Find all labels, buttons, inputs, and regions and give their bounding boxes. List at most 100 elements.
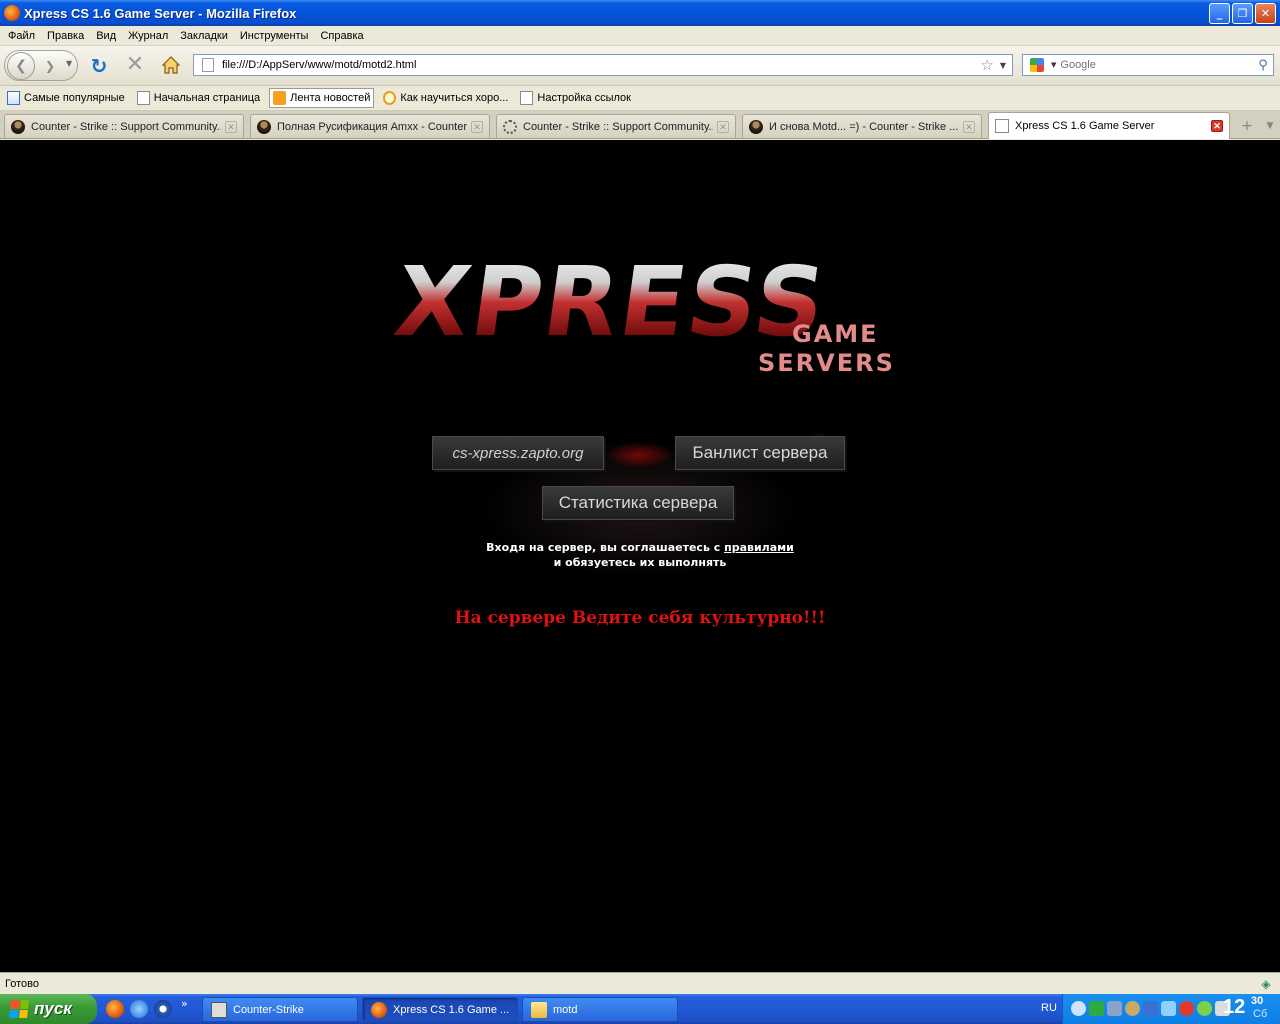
tray-speaker-icon[interactable] <box>1161 1001 1176 1016</box>
tray-opera-icon[interactable] <box>1179 1001 1194 1016</box>
folder-icon <box>7 91 20 105</box>
search-engine-button[interactable] <box>1023 55 1051 75</box>
maximize-button[interactable]: ❐ <box>1232 3 1253 24</box>
tab-cs-support-1[interactable]: Counter - Strike :: Support Community...… <box>4 114 244 138</box>
page-icon <box>995 119 1009 133</box>
tray-shield-icon[interactable] <box>1125 1001 1140 1016</box>
search-bar[interactable]: ▼ ⚲ <box>1022 54 1274 76</box>
history-dropdown-icon[interactable]: ▼ <box>66 59 72 68</box>
menu-view[interactable]: Вид <box>90 30 122 42</box>
statistics-button[interactable]: Статистика сервера <box>542 486 734 520</box>
reload-icon: ↻ <box>90 54 108 78</box>
tray-green-icon[interactable] <box>1089 1001 1104 1016</box>
tab-close-icon[interactable]: ✕ <box>471 120 483 133</box>
close-window-button[interactable]: ✕ <box>1255 3 1276 24</box>
cs-soldier-icon <box>749 119 763 134</box>
tray-network-icon[interactable] <box>1107 1001 1122 1016</box>
start-label: пуск <box>34 999 72 1018</box>
clock-minutes[interactable]: 30 <box>1251 995 1263 1007</box>
task-motd-folder[interactable]: motd <box>522 997 678 1022</box>
url-dropdown-icon[interactable]: ▼ <box>1000 61 1006 70</box>
tray-arrow-icon[interactable] <box>1071 1001 1086 1016</box>
window-title: Xpress CS 1.6 Game Server - Mozilla Fire… <box>24 5 297 21</box>
tab-list-button[interactable]: ▼ <box>1262 115 1278 137</box>
bookmark-how-to[interactable]: Как научиться хоро... <box>380 89 511 107</box>
engine-dropdown-icon[interactable]: ▼ <box>1051 61 1056 69</box>
tab-label: Counter - Strike :: Support Community... <box>523 120 713 133</box>
stop-icon: ✕ <box>125 52 145 77</box>
google-icon <box>1030 58 1044 72</box>
media-player-quicklaunch-icon[interactable] <box>154 1000 172 1018</box>
addon-icon[interactable]: ◈ <box>1258 977 1274 991</box>
menu-tools[interactable]: Инструменты <box>234 30 315 42</box>
banlist-button[interactable]: Банлист сервера <box>675 436 845 470</box>
bookmark-start-page[interactable]: Начальная страница <box>134 89 263 107</box>
bookmark-star-icon[interactable]: ☆ <box>980 56 993 74</box>
ie-quicklaunch-icon[interactable] <box>130 1000 148 1018</box>
cs-app-icon <box>211 1001 227 1018</box>
tab-close-icon[interactable]: ✕ <box>1211 120 1223 132</box>
menu-history[interactable]: Журнал <box>122 30 174 42</box>
menu-help[interactable]: Справка <box>314 30 369 42</box>
bookmark-news-feed[interactable]: Лента новостей <box>269 88 375 108</box>
tab-cs-support-2[interactable]: Counter - Strike :: Support Community...… <box>496 114 736 138</box>
tab-motd-again[interactable]: И снова Motd... =) - Counter - Strike ..… <box>742 114 982 138</box>
tab-close-icon[interactable]: ✕ <box>225 120 237 133</box>
minimize-button[interactable]: _ <box>1209 3 1230 24</box>
rules-agreement-text: Входя на сервер, вы соглашаетесь с прави… <box>440 540 840 570</box>
agree-prefix: Входя на сервер, вы соглашаетесь с <box>486 541 725 554</box>
task-counter-strike[interactable]: Counter-Strike <box>202 997 358 1022</box>
cs-soldier-icon <box>257 119 271 134</box>
bookmark-label: Настройка ссылок <box>537 92 631 104</box>
firefox-icon <box>4 5 20 21</box>
menu-edit[interactable]: Правка <box>41 30 90 42</box>
back-arrow-icon: ❮ <box>15 58 27 74</box>
start-button[interactable]: пуск <box>0 994 97 1024</box>
tab-strip: Counter - Strike :: Support Community...… <box>0 111 1280 139</box>
tab-xpress-server[interactable]: Xpress CS 1.6 Game Server ✕ <box>988 112 1230 139</box>
forward-button[interactable]: ❯ <box>39 56 61 76</box>
rules-link[interactable]: правилами <box>724 541 794 554</box>
tab-close-icon[interactable]: ✕ <box>717 120 729 133</box>
bookmark-most-visited[interactable]: Самые популярные <box>4 89 128 107</box>
firefox-quicklaunch-icon[interactable] <box>106 1000 124 1018</box>
menu-bookmarks[interactable]: Закладки <box>174 30 234 42</box>
task-label: motd <box>553 1003 578 1016</box>
new-tab-button[interactable]: + <box>1236 115 1258 137</box>
navigation-toolbar: ❮ ❯ ▼ ↻ ✕ ☆ ▼ ▼ ⚲ <box>0 46 1280 86</box>
tray-icq-icon[interactable] <box>1197 1001 1212 1016</box>
tab-close-icon[interactable]: ✕ <box>963 120 975 133</box>
bookmark-label: Начальная страница <box>153 92 261 104</box>
url-bar[interactable]: ☆ ▼ <box>193 54 1013 76</box>
logo-game: GAME <box>792 320 879 348</box>
stop-button[interactable]: ✕ <box>124 54 146 76</box>
cs-soldier-icon <box>11 119 25 134</box>
task-label: Counter-Strike <box>233 1003 304 1016</box>
search-input[interactable] <box>1060 59 1253 71</box>
tray-monitor-icon[interactable] <box>1143 1001 1158 1016</box>
title-bar: Xpress CS 1.6 Game Server - Mozilla Fire… <box>0 0 1280 26</box>
language-indicator[interactable]: RU <box>1041 1002 1057 1014</box>
taskbar: пуск » Counter-Strike Xpress CS 1.6 Game… <box>0 994 1280 1024</box>
logo-servers: SERVERS <box>758 349 895 377</box>
url-input[interactable] <box>222 59 981 71</box>
back-button[interactable]: ❮ <box>7 52 35 80</box>
page-icon <box>520 91 534 105</box>
bookmark-link-settings[interactable]: Настройка ссылок <box>517 89 634 107</box>
quicklaunch-more-icon[interactable]: » <box>181 997 188 1010</box>
tab-label: И снова Motd... =) - Counter - Strike ..… <box>769 120 959 133</box>
task-firefox[interactable]: Xpress CS 1.6 Game ... <box>362 997 518 1022</box>
server-host-button[interactable]: cs-xpress.zapto.org <box>432 436 604 470</box>
page-content: XPRESS GAME SERVERS cs-xpress.zapto.org … <box>0 140 1280 972</box>
home-button[interactable] <box>160 54 182 76</box>
clock-day[interactable]: Сб <box>1253 1008 1267 1020</box>
agree-suffix: и обязуетесь их выполнять <box>553 556 727 569</box>
back-forward-group: ❮ ❯ ▼ <box>4 50 78 81</box>
clock-hour[interactable]: 12 <box>1223 996 1245 1019</box>
tab-amxx-russification[interactable]: Полная Русификация Amxx - Counter... ✕ <box>250 114 490 138</box>
menu-file[interactable]: Файл <box>2 30 41 42</box>
forward-arrow-icon: ❯ <box>44 59 56 73</box>
reload-button[interactable]: ↻ <box>88 55 110 77</box>
search-icon[interactable]: ⚲ <box>1253 58 1273 73</box>
windows-logo-icon <box>9 1000 29 1018</box>
